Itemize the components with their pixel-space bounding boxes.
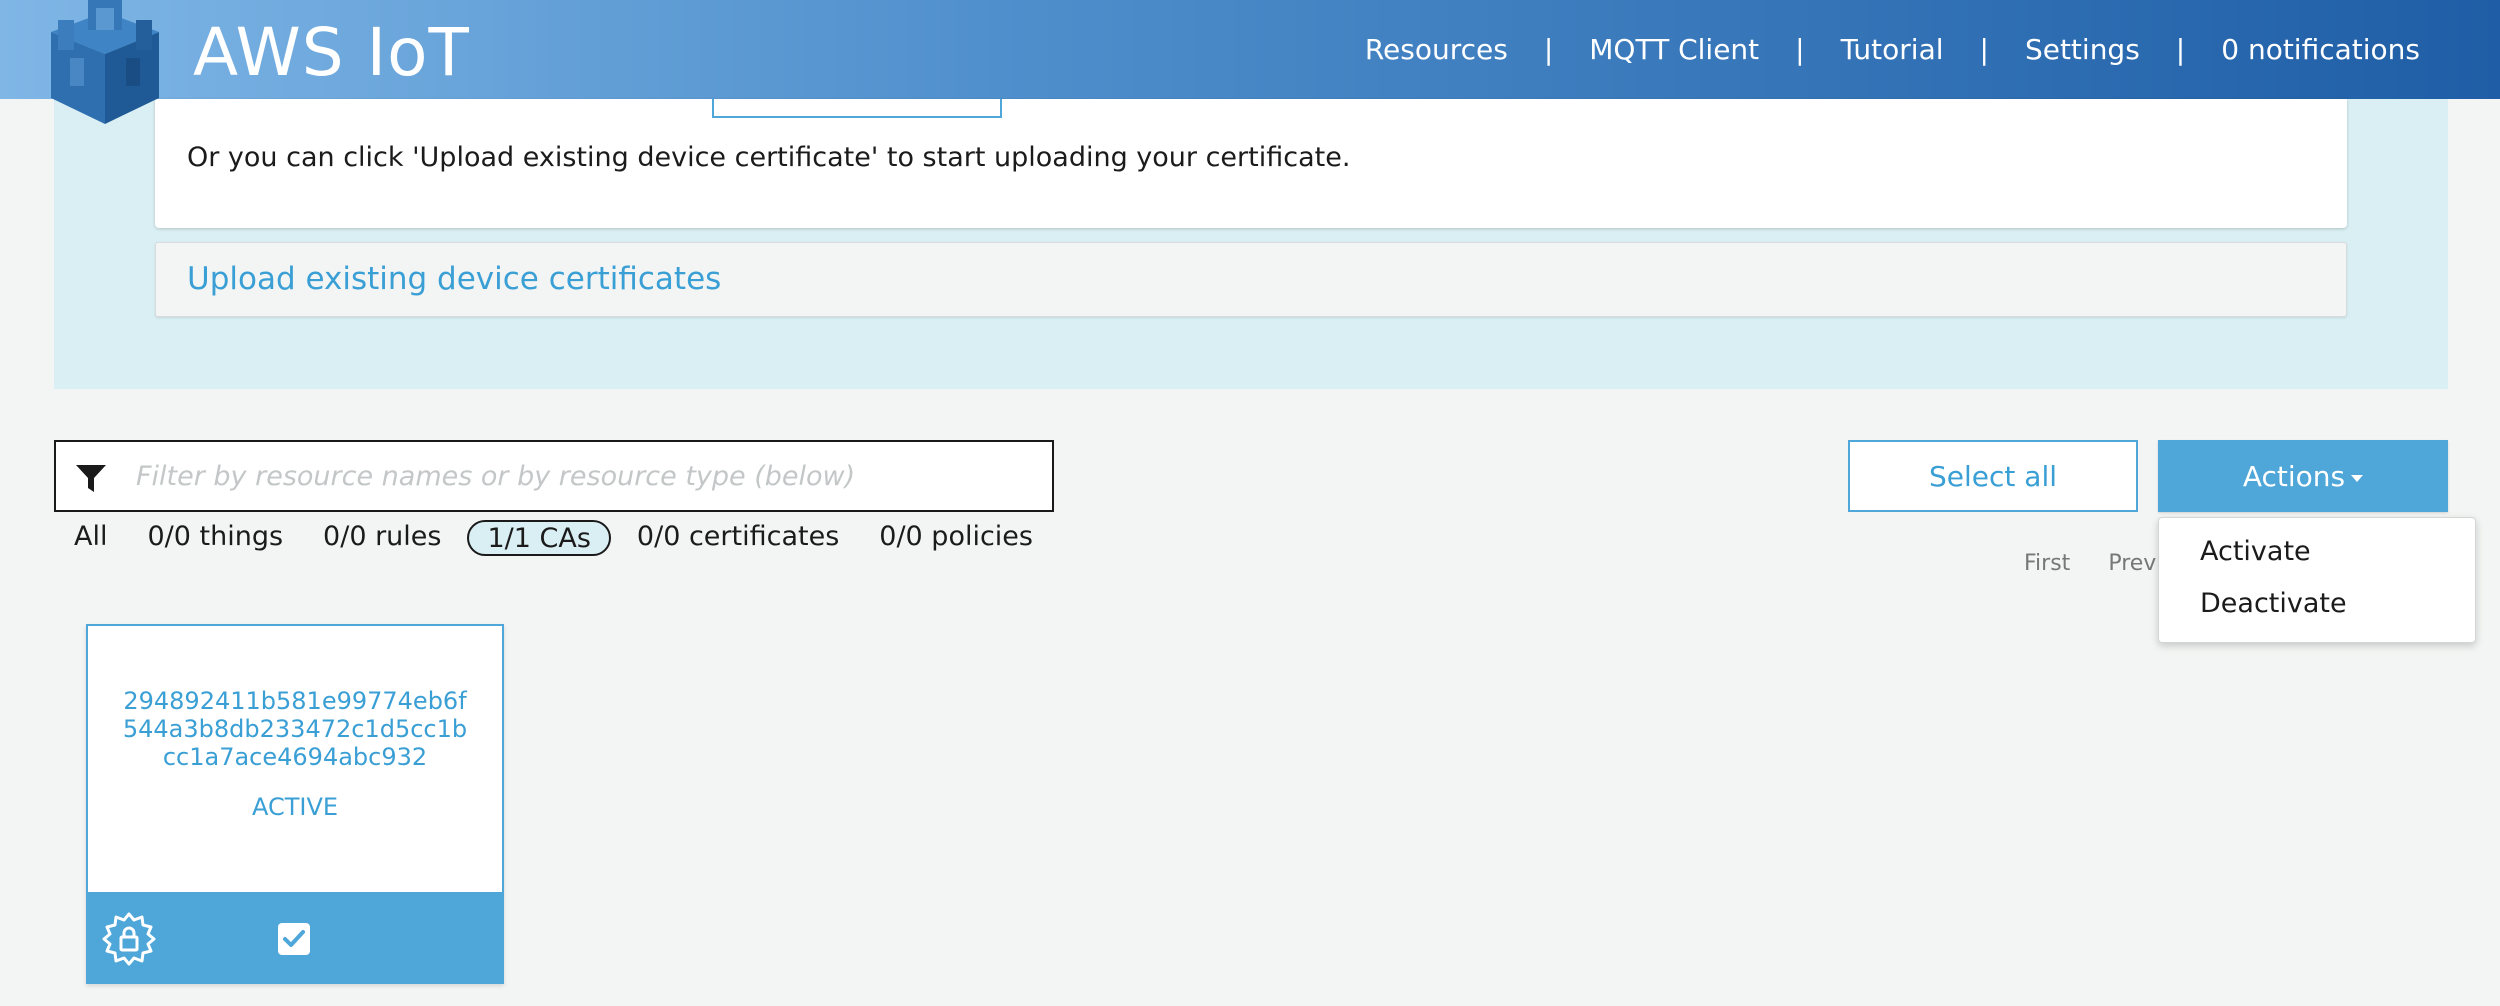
card-footer (88, 892, 502, 982)
tab-cas[interactable]: 1/1 CAs (467, 520, 611, 556)
actions-button-label: Actions (2242, 459, 2346, 493)
menu-item-activate[interactable]: Activate (2200, 536, 2311, 567)
pagination: First Prev (2024, 551, 2156, 576)
nav-resources[interactable]: Resources (1365, 33, 1508, 66)
certificate-status: ACTIVE (251, 793, 339, 821)
actions-dropdown-menu: Activate Deactivate (2158, 517, 2476, 643)
nav-separator: | (2175, 32, 2186, 66)
filter-icon (76, 465, 106, 492)
filter-box (54, 440, 1054, 512)
nav-notifications[interactable]: 0 notifications (2221, 33, 2420, 66)
certificate-id: 294892411b581e99774eb6f 544a3b8db233472c… (88, 687, 502, 771)
tab-rules[interactable]: 0/0 rules (303, 520, 461, 556)
nav-separator: | (1543, 32, 1554, 66)
create-certificate-button-edge[interactable] (712, 99, 1002, 118)
ca-certificate-card[interactable]: 294892411b581e99774eb6f 544a3b8db233472c… (86, 624, 504, 984)
top-header: AWS IoT Resources | MQTT Client | Tutori… (0, 0, 2500, 99)
checkbox-checked-icon[interactable] (278, 923, 310, 955)
nav-tutorial[interactable]: Tutorial (1841, 33, 1944, 66)
certificate-badge-icon[interactable] (102, 912, 156, 966)
certificate-id-line: 544a3b8db233472c1d5cc1b (122, 715, 468, 743)
nav-settings[interactable]: Settings (2025, 33, 2140, 66)
nav-separator: | (1979, 32, 1989, 66)
tab-certificates[interactable]: 0/0 certificates (617, 520, 859, 556)
info-text: Or you can click 'Upload existing device… (187, 142, 1351, 173)
menu-item-deactivate[interactable]: Deactivate (2200, 588, 2347, 619)
certificate-id-line: cc1a7ace4694abc932 (162, 743, 428, 771)
nav-mqtt-client[interactable]: MQTT Client (1589, 33, 1759, 66)
app-title: AWS IoT (193, 14, 470, 91)
certificate-id-line: 294892411b581e99774eb6f (123, 687, 467, 715)
tab-things[interactable]: 0/0 things (127, 520, 303, 556)
pager-prev[interactable]: Prev (2108, 551, 2156, 576)
aws-iot-logo-icon[interactable] (48, 0, 162, 124)
tab-all[interactable]: All (54, 520, 127, 556)
top-nav: Resources | MQTT Client | Tutorial | Set… (1365, 28, 2420, 70)
resource-type-tabs: All 0/0 things 0/0 rules 1/1 CAs 0/0 cer… (54, 518, 1053, 558)
pager-first[interactable]: First (2024, 551, 2070, 576)
upload-certificates-link[interactable]: Upload existing device certificates (187, 261, 721, 297)
nav-separator: | (1795, 32, 1805, 66)
select-all-button[interactable]: Select all (1848, 440, 2138, 512)
actions-button[interactable]: Actions (2158, 440, 2448, 512)
tab-policies[interactable]: 0/0 policies (859, 520, 1053, 556)
caret-down-icon (2351, 474, 2364, 482)
filter-input[interactable] (136, 454, 1036, 498)
